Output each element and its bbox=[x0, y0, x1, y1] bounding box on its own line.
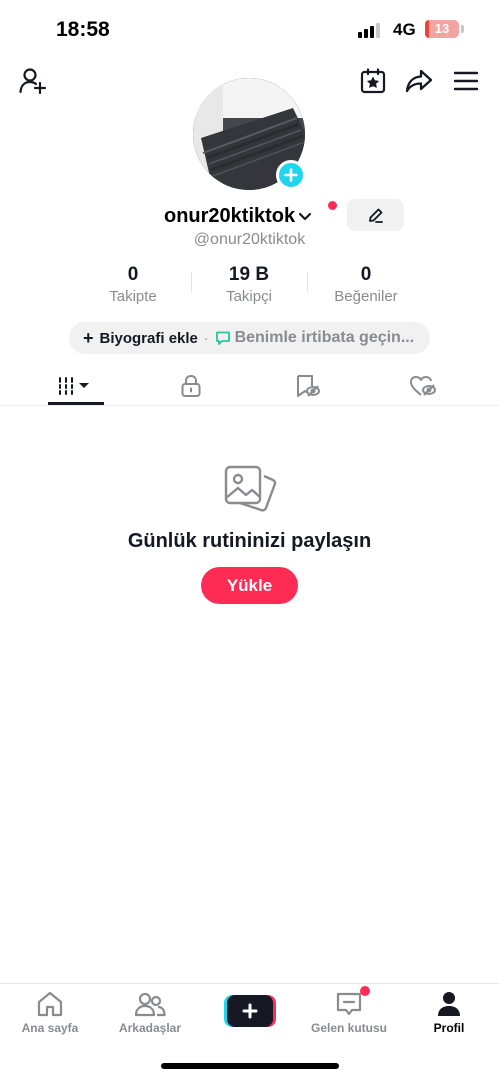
likes-count: 0 bbox=[360, 264, 372, 285]
bio-separator: · bbox=[203, 330, 209, 346]
add-bio-link[interactable]: Biyografi ekle bbox=[100, 330, 198, 347]
following-count: 0 bbox=[127, 264, 139, 285]
profile-icon bbox=[438, 992, 460, 1016]
lock-icon bbox=[181, 374, 201, 397]
profile-stats: 0 Takipte 19 B Takipçi 0 Beğeniler bbox=[0, 264, 499, 308]
plus-icon: + bbox=[83, 327, 94, 348]
create-icon bbox=[242, 1003, 258, 1019]
nav-inbox[interactable]: Gelen kutusu bbox=[299, 990, 399, 1035]
home-icon bbox=[37, 991, 63, 1017]
battery-cap bbox=[461, 25, 464, 33]
likes-stat[interactable]: 0 Beğeniler bbox=[306, 264, 426, 307]
photos-icon bbox=[222, 462, 278, 518]
following-stat[interactable]: 0 Takipte bbox=[73, 264, 193, 307]
bio-contact-pill[interactable]: + Biyografi ekle · Benimle irtibata geçi… bbox=[69, 322, 430, 354]
battery-level: 13 bbox=[434, 21, 450, 36]
friends-icon bbox=[134, 992, 166, 1017]
likes-label: Beğeniler bbox=[334, 288, 398, 305]
saved-icon bbox=[297, 375, 320, 397]
username: onur20ktiktok bbox=[164, 204, 296, 227]
tab-private[interactable] bbox=[131, 366, 251, 406]
signal-icon bbox=[358, 22, 386, 38]
nav-profile-label: Profil bbox=[433, 1021, 465, 1035]
nav-profile[interactable]: Profil bbox=[399, 990, 499, 1035]
followers-stat[interactable]: 19 B Takipçi bbox=[189, 264, 309, 307]
liked-icon bbox=[410, 376, 436, 396]
nav-inbox-label: Gelen kutusu bbox=[310, 1021, 387, 1035]
chat-bubble-icon bbox=[215, 331, 230, 345]
contact-link[interactable]: Benimle irtibata geçin... bbox=[235, 329, 415, 347]
nav-home[interactable]: Ana sayfa bbox=[0, 990, 100, 1035]
status-bar: 18:58 4G 13 bbox=[0, 0, 499, 60]
tab-liked[interactable] bbox=[363, 366, 483, 406]
calendar-star-icon[interactable] bbox=[358, 66, 388, 96]
followers-label: Takipçi bbox=[226, 288, 272, 305]
nav-friends[interactable]: Arkadaşlar bbox=[100, 990, 200, 1035]
share-icon[interactable] bbox=[404, 66, 434, 96]
following-label: Takipte bbox=[109, 288, 157, 305]
empty-state-title: Günlük rutininizi paylaşın bbox=[127, 530, 372, 552]
create-button[interactable] bbox=[224, 995, 276, 1027]
add-user-icon[interactable] bbox=[18, 66, 48, 96]
chevron-down-icon bbox=[299, 212, 312, 221]
username-row[interactable]: onur20ktiktok bbox=[164, 203, 313, 229]
home-indicator bbox=[161, 1063, 339, 1069]
videos-grid-icon bbox=[59, 377, 89, 395]
menu-icon[interactable] bbox=[451, 66, 481, 96]
inbox-icon bbox=[336, 992, 362, 1016]
inbox-notification-dot bbox=[360, 986, 370, 996]
profile-handle: @onur20ktiktok bbox=[193, 231, 306, 248]
tab-videos[interactable] bbox=[16, 366, 136, 406]
nav-friends-label: Arkadaşlar bbox=[118, 1021, 182, 1035]
network-label: 4G bbox=[393, 20, 416, 39]
pencil-icon bbox=[368, 208, 383, 223]
upload-button[interactable]: Yükle bbox=[201, 567, 298, 604]
status-time: 18:58 bbox=[56, 18, 110, 41]
content-tabs bbox=[0, 366, 499, 406]
add-photo-button[interactable] bbox=[276, 160, 306, 190]
active-tab-indicator bbox=[48, 402, 104, 405]
notification-dot bbox=[328, 201, 337, 210]
battery-icon: 13 bbox=[425, 20, 459, 38]
tab-saved[interactable] bbox=[248, 366, 368, 406]
edit-profile-button[interactable] bbox=[347, 199, 404, 231]
followers-count: 19 B bbox=[228, 264, 270, 285]
nav-home-label: Ana sayfa bbox=[21, 1021, 79, 1035]
